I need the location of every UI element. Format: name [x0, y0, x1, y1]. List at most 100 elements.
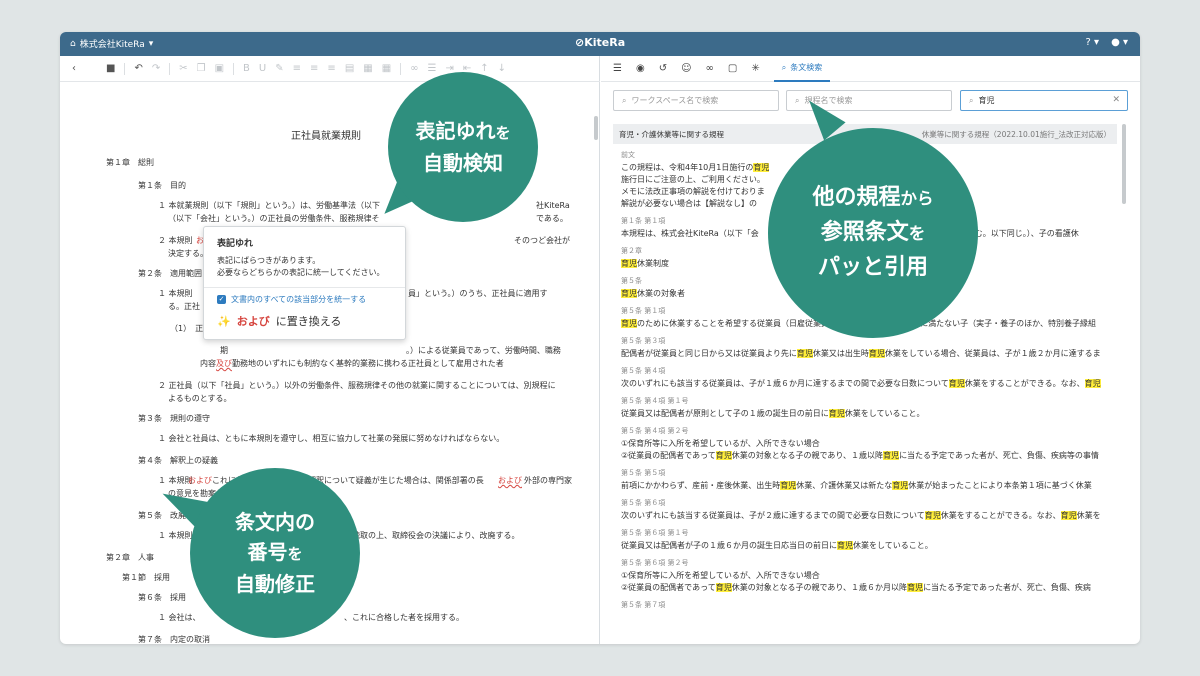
align-left-icon[interactable]: ≡ — [293, 63, 301, 74]
result-text-line[interactable]: 育児休業の対象者 — [621, 288, 685, 299]
top-bar: ⌂ 株式会社KiteRa ▾ ⊘KiteRa ? ▾ ● ▾ — [60, 32, 1140, 56]
callout-text: パッと引用 — [817, 255, 928, 280]
result-text: 従業員又は配偶者が子の１歳６か月の誕生日応当日の前日に — [621, 541, 837, 550]
result-text-line[interactable]: 配偶者が従業員と同じ日から又は従業員より先に育児休業又は出生時育児休業をしている… — [621, 348, 1101, 359]
result-text-line[interactable]: 解説が必要ない場合は【解説なし】の — [621, 198, 757, 209]
spelling-variation-popup: 表記ゆれ 表記にばらつきがあります。 必要ならどちらかの表記に統一してください。… — [203, 226, 406, 340]
result-article-label: 第５条 第６項 第１号 — [621, 528, 688, 538]
result-text: 第５条 第５項 — [621, 469, 666, 477]
result-text-line[interactable]: 施行日にご注意の上、ご利用ください。 — [621, 174, 765, 185]
link-icon[interactable]: ∞ — [706, 63, 714, 74]
result-text: 休業をしていること。 — [853, 541, 933, 550]
table-grid-icon[interactable]: ▦ — [382, 63, 391, 74]
asterisk-icon[interactable]: ✳ — [751, 63, 759, 74]
document-scrollbar[interactable] — [592, 82, 600, 644]
result-text-line[interactable]: メモに法改正事項の解説を付けておりま — [621, 186, 765, 197]
document-line: 外部の専門家 — [524, 476, 572, 485]
callout-line: 表記ゆれを — [415, 116, 510, 148]
back-icon[interactable]: ‹ — [72, 63, 76, 74]
company-name: 株式会社KiteRa — [79, 40, 145, 50]
keyword-highlight: 育児 — [621, 259, 637, 268]
result-text: 従業員又は配偶者が原則として子の１歳の誕生日の前日に — [621, 409, 829, 418]
result-text: ①保育所等に入所を希望しているが、入所できない場合 — [621, 571, 820, 580]
clear-icon[interactable]: ✕ — [1112, 95, 1120, 105]
result-text-line[interactable]: 前項にかかわらず、産前・産後休業、出生時育児休業、介護休業又は新たな育児休業が始… — [621, 480, 1092, 491]
copy-icon[interactable]: ❐ — [197, 63, 206, 74]
results-scrollbar[interactable] — [1121, 124, 1127, 636]
result-text: ①保育所等に入所を希望しているが、入所できない場合 — [621, 439, 820, 448]
replace-action[interactable]: ✨ および に置き換える — [217, 313, 341, 329]
keyword-highlight: 育児 — [828, 409, 845, 418]
replace-suffix: に置き換える — [275, 315, 342, 328]
keyword-highlight: 育児 — [715, 451, 732, 460]
workspace-search-input[interactable]: ⌕ ワークスペース名で検索 — [613, 90, 779, 111]
underline-icon[interactable]: U — [259, 63, 266, 74]
align-right-icon[interactable]: ≡ — [327, 63, 335, 74]
keyword-highlight: 育児 — [780, 481, 797, 490]
callout-text: を — [495, 124, 511, 142]
document-line: １ 会社と社員は、ともに本規則を遵守し、相互に協力して社業の発展に努めなければな… — [158, 434, 505, 443]
result-text: ②従業員の配偶者であって — [621, 451, 716, 460]
result-text-line[interactable]: ②従業員の配偶者であって育児休業の対象となる子の親であり、１歳６か月以降育児に当… — [621, 582, 1091, 593]
comment-icon[interactable]: ▢ — [728, 63, 737, 74]
result-text-line[interactable]: 次のいずれにも該当する従業員は、子が２歳に達するまでの間で必要な日数について育児… — [621, 510, 1101, 521]
tab-article-search[interactable]: ⌕ 条文検索 — [773, 56, 831, 82]
callout-text: を — [908, 224, 926, 243]
unify-all-checkbox[interactable]: ✓ 文書内のすべての該当部分を統一する — [217, 294, 366, 305]
callout-text: 自動検知 — [423, 151, 503, 175]
redo-icon[interactable]: ↷ — [152, 63, 160, 74]
document-line: ２ 本規則 — [158, 236, 193, 245]
result-article-label: 第５条 第４項 第２号 — [621, 426, 688, 436]
result-text-line[interactable]: この規程は、令和4年10月1日施行の育児 — [621, 162, 770, 173]
variation-mark[interactable]: および — [498, 474, 522, 487]
cut-icon[interactable]: ✂ — [179, 63, 187, 74]
list-icon[interactable]: ☰ — [613, 63, 622, 74]
text-color-icon[interactable]: ✎ — [275, 63, 283, 74]
bold-icon[interactable]: B — [243, 63, 250, 74]
table-icon[interactable]: ▦ — [363, 63, 372, 74]
move-up-icon[interactable]: ↑ — [480, 63, 488, 74]
user-icon[interactable]: ● ▾ — [1111, 37, 1128, 48]
paste-icon[interactable]: ▣ — [215, 63, 224, 74]
result-text: 第５条 第１項 — [621, 307, 666, 315]
document-line: 内容 — [200, 359, 216, 368]
variation-mark[interactable]: 及び — [216, 357, 232, 370]
result-text-line[interactable]: 従業員又は配偶者が子の１歳６か月の誕生日応当日の前日に育児休業をしていること。 — [621, 540, 933, 551]
result-text-line[interactable]: ①保育所等に入所を希望しているが、入所できない場合 — [621, 438, 820, 449]
callout-auto-renumber: 条文内の 番号を 自動修正 — [190, 468, 360, 638]
keyword-highlight: 育児 — [868, 349, 885, 358]
eye-icon[interactable]: ◉ — [636, 63, 645, 74]
result-text: 休業を — [1076, 511, 1101, 520]
result-text-line[interactable]: ①保育所等に入所を希望しているが、入所できない場合 — [621, 570, 820, 581]
result-rule-version: 休業等に関する規程（2022.10.01施行_法改正対応版） — [921, 129, 1111, 139]
result-text-line[interactable]: 次のいずれにも該当する従業員は、子が１歳６か月に達するまでの間で必要な日数につい… — [621, 378, 1101, 389]
variation-mark[interactable]: および — [188, 474, 212, 487]
result-text: 第５条 — [621, 277, 642, 285]
result-text: 第１条 第１項 — [621, 217, 666, 225]
undo-icon[interactable]: ↶ — [134, 63, 142, 74]
callout-line: 条文内の — [235, 507, 315, 537]
history-icon[interactable]: ↺ — [659, 63, 667, 74]
move-down-icon[interactable]: ↓ — [498, 63, 506, 74]
callout-text: 自動修正 — [235, 572, 315, 596]
document-line: 勤務地のいずれにも制約なく基幹的業務に携わる正社員として雇用された者 — [232, 359, 504, 368]
result-article-label: 第２章 — [621, 246, 642, 256]
result-text-line[interactable]: 育児休業制度 — [621, 258, 669, 269]
question-icon[interactable]: ? ▾ — [1086, 37, 1100, 48]
result-article-label: 前文 — [621, 150, 635, 160]
image-icon[interactable]: ▤ — [345, 63, 354, 74]
result-text-line[interactable]: ②従業員の配偶者であって育児休業の対象となる子の親であり、１歳以降育児に当たる予… — [621, 450, 1099, 461]
search-icon: ⌕ — [795, 95, 800, 105]
robot-icon[interactable]: ☺ — [681, 63, 691, 74]
result-text: 第５条 第４項 — [621, 367, 666, 375]
result-text: 第５条 第３項 — [621, 337, 666, 345]
company-switcher[interactable]: ⌂ 株式会社KiteRa ▾ — [70, 37, 153, 51]
result-text-line[interactable]: 従業員又は配偶者が原則として子の１歳の誕生日の前日に育児休業をしていること。 — [621, 408, 925, 419]
link-icon[interactable]: ∞ — [410, 63, 418, 74]
callout-auto-detect: 表記ゆれを自動検知 — [388, 72, 538, 222]
align-center-icon[interactable]: ≡ — [310, 63, 318, 74]
result-article-label: 第５条 第７項 — [621, 600, 665, 610]
list-icon[interactable]: ☰ — [428, 63, 437, 74]
keyword-search-input[interactable]: ⌕ 育児 ✕ — [960, 90, 1128, 111]
save-icon[interactable]: ■ — [106, 63, 115, 74]
